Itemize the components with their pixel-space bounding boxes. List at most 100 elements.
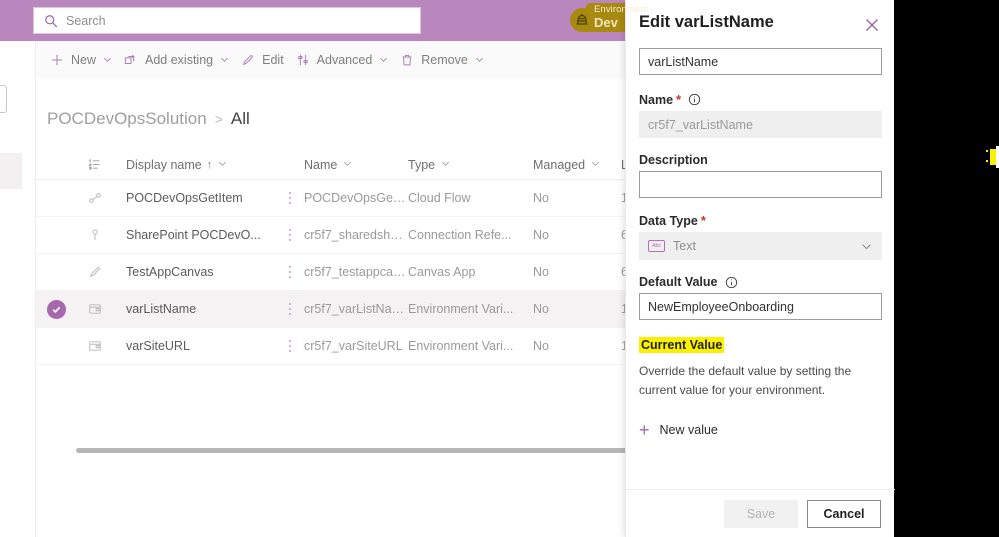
row-type: Cloud Flow	[408, 191, 471, 205]
breadcrumb-separator: >	[214, 111, 223, 127]
header-name-label: Name	[304, 157, 338, 172]
header-type-label: Type	[408, 157, 436, 172]
header-name[interactable]: Name	[304, 158, 408, 172]
data-type-select[interactable]: Abc Text	[639, 232, 882, 260]
advanced-icon	[296, 53, 310, 67]
advanced-button[interactable]: Advanced	[290, 41, 395, 78]
cancel-button[interactable]: Cancel	[807, 499, 881, 528]
left-rail	[0, 41, 36, 537]
row-display-name: SharePoint POCDevO...	[126, 228, 261, 242]
row-managed: No	[533, 302, 549, 316]
connection-reference-icon	[88, 228, 126, 242]
new-button[interactable]: New	[44, 41, 118, 78]
chevron-down-icon	[861, 241, 872, 255]
breadcrumb-root[interactable]: POCDevOpsSolution	[47, 109, 207, 129]
breadcrumb: POCDevOpsSolution > All	[47, 109, 250, 129]
chevron-down-icon	[441, 159, 450, 170]
data-type-field-label: Data Type *	[639, 213, 882, 228]
display-name-value: varListName	[648, 54, 719, 69]
data-type-value: Text	[673, 239, 696, 253]
name-input: cr5f7_varListName	[639, 111, 882, 138]
row-display-name: TestAppCanvas	[126, 265, 214, 279]
header-display-name-label: Display name	[126, 157, 202, 172]
chevron-down-icon	[103, 55, 112, 64]
row-display-name: varSiteURL	[126, 339, 190, 353]
canvas-app-icon	[88, 265, 126, 279]
plus-icon	[50, 53, 64, 67]
rail-collapse-handle[interactable]	[0, 85, 7, 113]
chevron-down-icon	[220, 55, 229, 64]
description-field-label: Description	[639, 153, 882, 167]
header-managed-label: Managed	[533, 157, 586, 172]
row-name: cr5f7_varListName	[304, 302, 408, 316]
row-type: Canvas App	[408, 265, 476, 279]
row-overflow-menu[interactable]	[276, 339, 304, 354]
default-value-input[interactable]: NewEmployeeOnboarding	[639, 293, 882, 320]
rail-selected-indicator	[0, 153, 22, 189]
header-managed[interactable]: Managed	[533, 158, 621, 172]
row-overflow-menu[interactable]	[276, 228, 304, 243]
new-value-label: New value	[659, 423, 718, 438]
row-type: Environment Vari...	[408, 339, 514, 353]
environment-value: Dev	[594, 15, 618, 30]
edit-environment-variable-panel: Edit varListName varListName Name * cr5f…	[625, 0, 895, 537]
row-overflow-menu[interactable]	[276, 302, 304, 317]
remove-button[interactable]: Remove	[394, 41, 490, 78]
trash-icon	[400, 53, 414, 67]
row-overflow-menu[interactable]	[276, 191, 304, 206]
row-managed: No	[533, 191, 549, 205]
row-name: cr5f7_sharedshar...	[304, 228, 408, 242]
add-existing-button-label: Add existing	[145, 52, 214, 67]
default-value-field-label: Default Value	[639, 275, 882, 289]
row-selected-check[interactable]	[47, 300, 66, 319]
add-existing-icon	[124, 53, 138, 67]
name-value: cr5f7_varListName	[648, 117, 753, 132]
save-button-label: Save	[746, 506, 776, 521]
row-type: Connection Refe...	[408, 228, 512, 242]
environment-label: Environment	[594, 4, 649, 15]
default-value-text: NewEmployeeOnboarding	[648, 299, 794, 314]
header-display-name[interactable]: Display name ↑	[126, 158, 276, 172]
chevron-down-icon	[591, 159, 600, 170]
row-managed: No	[533, 228, 549, 242]
plus-icon: +	[639, 420, 650, 441]
chevron-down-icon	[343, 159, 352, 170]
search-icon	[44, 14, 58, 28]
chevron-down-icon	[218, 159, 227, 170]
name-label-text: Name	[639, 92, 674, 107]
required-asterisk: *	[700, 213, 706, 228]
row-type: Environment Vari...	[408, 302, 514, 316]
close-icon[interactable]	[863, 16, 881, 34]
display-name-input[interactable]: varListName	[639, 48, 882, 75]
info-icon[interactable]	[688, 93, 701, 106]
data-type-label-text: Data Type	[639, 213, 698, 228]
cloud-flow-icon	[88, 191, 126, 205]
row-managed: No	[533, 339, 549, 353]
panel-body: varListName Name * cr5f7_varListName Des…	[626, 42, 895, 489]
info-icon[interactable]	[725, 276, 738, 289]
row-overflow-menu[interactable]	[276, 265, 304, 280]
required-asterisk: *	[676, 92, 682, 107]
description-label-text: Description	[639, 153, 708, 167]
name-field-label: Name *	[639, 92, 882, 107]
chevron-down-icon	[475, 55, 484, 64]
search-input[interactable]: Search	[33, 7, 421, 34]
advanced-button-label: Advanced	[316, 52, 373, 67]
list-order-icon[interactable]	[88, 158, 126, 171]
search-placeholder: Search	[66, 13, 106, 28]
row-name: POCDevOpsGetIt...	[304, 191, 408, 205]
row-name: cr5f7_varSiteURL	[304, 339, 403, 353]
new-value-button[interactable]: + New value	[639, 421, 882, 439]
add-existing-button[interactable]: Add existing	[118, 41, 235, 78]
row-display-name: varListName	[126, 302, 197, 316]
description-input[interactable]	[639, 171, 882, 198]
panel-footer: Save Cancel	[626, 489, 895, 537]
chevron-down-icon	[379, 55, 388, 64]
edit-button[interactable]: Edit	[235, 41, 290, 78]
save-button[interactable]: Save	[724, 499, 798, 528]
row-managed: No	[533, 265, 549, 279]
environment-icon	[574, 11, 590, 27]
current-value-help-text: Override the default value by setting th…	[639, 364, 852, 397]
screen-root: Search Environment Dev New Add existing …	[0, 0, 999, 537]
header-type[interactable]: Type	[408, 158, 533, 172]
